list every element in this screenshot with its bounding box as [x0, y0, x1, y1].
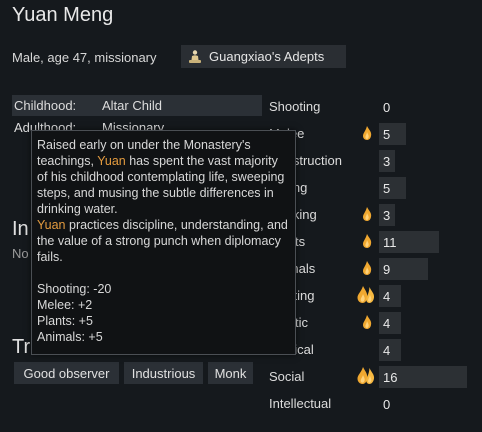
skill-level-value: 0 — [383, 397, 391, 412]
trait-industrious[interactable]: Industrious — [124, 362, 203, 384]
minor-passion-flame-icon — [361, 125, 373, 146]
meditating-figure-icon — [181, 49, 209, 65]
trait-good-observer[interactable]: Good observer — [14, 362, 119, 384]
skill-level-value: 0 — [383, 100, 391, 115]
tooltip-mod-animals: Animals: +5 — [37, 330, 103, 344]
major-passion-flame-icon — [356, 284, 376, 309]
childhood-value: Altar Child — [102, 98, 162, 113]
skill-level-value: 5 — [383, 127, 391, 142]
skill-label: Social — [269, 369, 305, 384]
childhood-label: Childhood: — [14, 98, 77, 113]
pawn-description: Male, age 47, missionary — [12, 50, 157, 65]
minor-passion-flame-icon — [361, 233, 373, 254]
minor-passion-flame-icon — [361, 206, 373, 227]
tooltip-mod-melee: Melee: +2 — [37, 298, 93, 312]
skill-level-value: 9 — [383, 262, 391, 277]
skill-level-value: 5 — [383, 181, 391, 196]
pawn-name: Yuan Meng — [12, 4, 114, 26]
minor-passion-flame-icon — [361, 260, 373, 281]
skill-level-value: 3 — [383, 208, 391, 223]
major-passion-flame-icon — [356, 365, 376, 390]
skill-level-value: 3 — [383, 154, 391, 169]
faction-button[interactable]: Guangxiao's Adepts — [181, 45, 346, 68]
skill-level-value: 4 — [383, 316, 391, 331]
skill-level-value: 16 — [383, 370, 398, 385]
incapable-text: No — [12, 246, 29, 261]
incapable-heading: In — [12, 218, 29, 240]
backstory-tooltip: Raised early on under the Monastery's te… — [31, 130, 296, 355]
skill-label: Intellectual — [269, 396, 332, 411]
tooltip-mod-shooting: Shooting: -20 — [37, 282, 112, 296]
tooltip-pawn-name-2: Yuan — [37, 218, 66, 232]
tooltip-pawn-name-1: Yuan — [97, 154, 126, 168]
skill-level-value: 4 — [383, 343, 391, 358]
skill-level-value: 4 — [383, 289, 391, 304]
minor-passion-flame-icon — [361, 314, 373, 335]
trait-monk[interactable]: Monk — [208, 362, 253, 384]
skill-label: Shooting — [269, 99, 321, 114]
tooltip-mod-plants: Plants: +5 — [37, 314, 93, 328]
tooltip-text-3: practices discipline, understanding, and… — [37, 218, 288, 264]
childhood-row[interactable]: Childhood: Altar Child — [12, 95, 262, 116]
skill-level-value: 11 — [383, 235, 397, 250]
faction-label: Guangxiao's Adepts — [209, 49, 325, 64]
